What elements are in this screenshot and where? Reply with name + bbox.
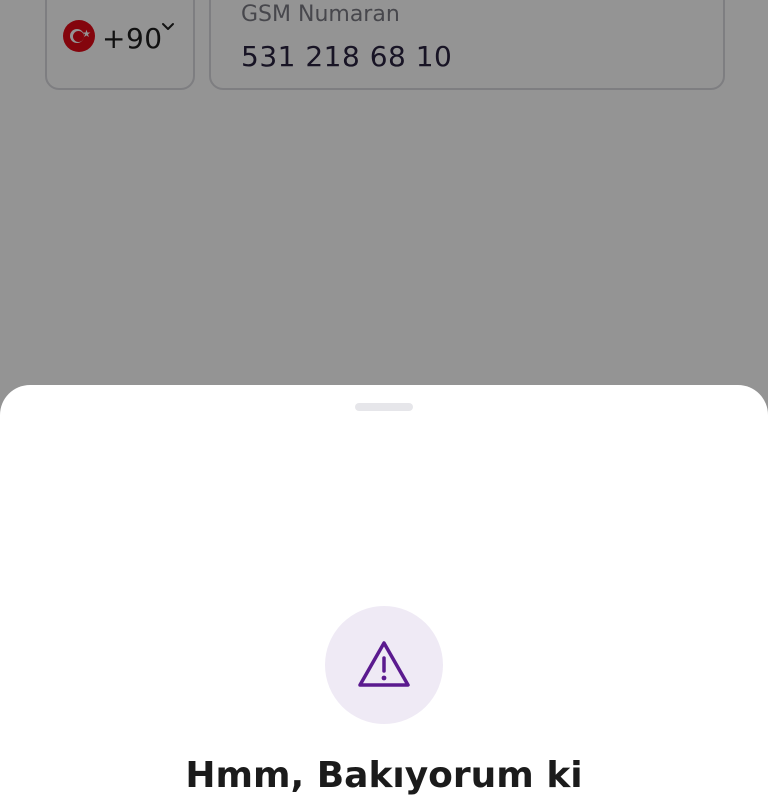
warning-icon-badge: [325, 606, 443, 724]
sheet-drag-handle[interactable]: [355, 403, 413, 411]
sheet-title: Hmm, Bakıyorum ki: [185, 755, 583, 796]
bottom-sheet: Hmm, Bakıyorum ki: [0, 385, 768, 805]
warning-triangle-icon: [358, 641, 410, 687]
